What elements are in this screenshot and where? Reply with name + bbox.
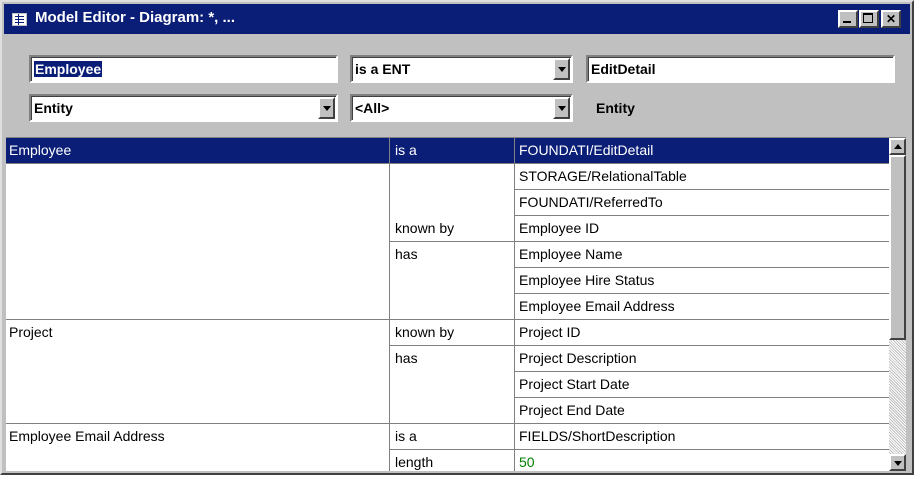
grid-cell-value[interactable]: Project Description [519, 350, 637, 366]
chevron-down-icon [558, 67, 566, 72]
scroll-up-button[interactable] [889, 138, 906, 155]
grid-divider [6, 163, 889, 164]
grid-divider [389, 345, 889, 346]
grid-divider [389, 241, 889, 242]
target-type-display: Entity [586, 94, 895, 122]
grid-cell-value[interactable]: 50 [519, 454, 535, 470]
target-field[interactable]: EditDetail [586, 55, 895, 83]
grid-divider [514, 293, 889, 294]
title-bar[interactable]: Model Editor - Diagram: *, ... ✕ [4, 4, 910, 34]
grid-cell-value[interactable]: FOUNDATI/ReferredTo [519, 194, 663, 210]
relationship-dropdown[interactable]: is a ENT [350, 55, 573, 83]
grid-cell-value[interactable]: Employee ID [519, 220, 599, 236]
grid-cell-value[interactable]: FOUNDATI/EditDetail [519, 142, 653, 158]
object-type-value: Entity [34, 100, 73, 116]
grid-cell-object[interactable]: Project [9, 324, 53, 340]
grid-divider [514, 371, 889, 372]
object-name-field[interactable]: Employee [29, 55, 338, 83]
relationship-value: is a ENT [355, 61, 411, 77]
grid-divider [6, 423, 889, 424]
maximize-button[interactable] [859, 10, 879, 28]
grid-divider [514, 397, 889, 398]
relationship-dropdown-button[interactable] [553, 58, 570, 80]
chevron-down-icon [558, 106, 566, 111]
object-type-dropdown[interactable]: Entity [29, 94, 338, 122]
object-type-dropdown-button[interactable] [318, 97, 335, 119]
grid-divider [389, 449, 889, 450]
grid-cell-relation[interactable]: length [395, 454, 433, 470]
grid-cell-value[interactable]: Employee Email Address [519, 298, 675, 314]
object-name-value: Employee [34, 61, 103, 77]
grid-divider [514, 215, 889, 216]
target-value: EditDetail [591, 61, 656, 77]
grid-cell-relation[interactable]: is a [395, 428, 417, 444]
grid-window-icon[interactable] [12, 13, 27, 26]
close-icon: ✕ [885, 12, 897, 26]
grid-cell-object[interactable]: Employee [9, 142, 71, 158]
grid-divider [514, 189, 889, 190]
grid-cell-value[interactable]: Project ID [519, 324, 580, 340]
filter-dropdown[interactable]: <All> [350, 94, 573, 122]
grid-cell-value[interactable]: Employee Name [519, 246, 623, 262]
model-grid[interactable]: Employee is a FOUNDATI/EditDetail STORAG… [6, 137, 906, 471]
grid-cell-relation[interactable]: known by [395, 324, 454, 340]
grid-divider [6, 319, 889, 320]
filter-dropdown-button[interactable] [553, 97, 570, 119]
grid-cell-relation[interactable]: known by [395, 220, 454, 236]
arrow-up-icon [894, 144, 902, 149]
grid-cell-value[interactable]: STORAGE/RelationalTable [519, 168, 687, 184]
minimize-button[interactable] [838, 10, 858, 28]
maximize-icon [863, 13, 873, 23]
scroll-thumb[interactable] [889, 155, 906, 340]
close-button[interactable]: ✕ [881, 10, 901, 28]
grid-cell-relation[interactable]: has [395, 246, 418, 262]
window-title: Model Editor - Diagram: *, ... [35, 9, 236, 26]
grid-cell-value[interactable]: Employee Hire Status [519, 272, 654, 288]
grid-divider [389, 138, 390, 471]
grid-cell-value[interactable]: FIELDS/ShortDescription [519, 428, 675, 444]
scroll-down-button[interactable] [889, 454, 906, 471]
grid-divider [514, 267, 889, 268]
filter-value: <All> [355, 100, 390, 116]
vertical-scrollbar[interactable] [889, 138, 906, 471]
grid-cell-value[interactable]: Project End Date [519, 402, 625, 418]
target-type-value: Entity [596, 100, 635, 116]
grid-divider [514, 138, 515, 471]
grid-cell-value[interactable]: Project Start Date [519, 376, 630, 392]
chevron-down-icon [323, 106, 331, 111]
minimize-icon [843, 21, 851, 23]
grid-cell-relation[interactable]: has [395, 350, 418, 366]
arrow-down-icon [894, 461, 902, 466]
grid-cell-object[interactable]: Employee Email Address [9, 428, 165, 444]
grid-cell-relation[interactable]: is a [395, 142, 417, 158]
selected-row-highlight [6, 138, 889, 163]
